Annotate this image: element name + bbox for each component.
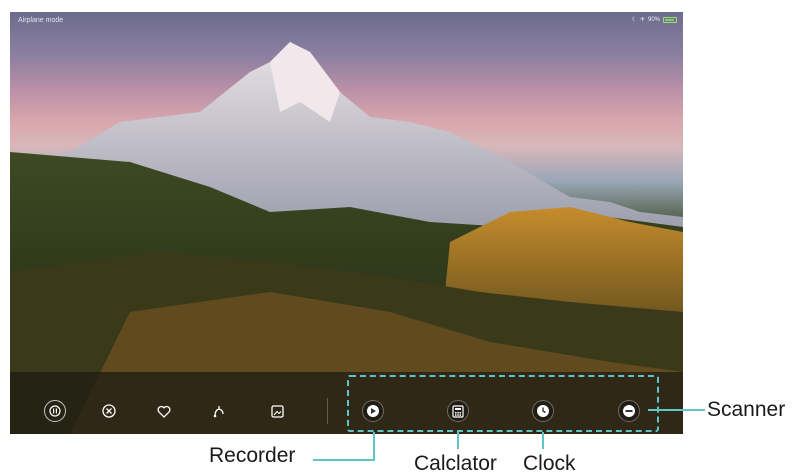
lock-screen: Airplane mode ☾ ✈ 90%	[10, 12, 683, 434]
share-button[interactable]	[208, 400, 230, 422]
recorder-label: Recorder	[209, 444, 296, 467]
mountain-wallpaper	[10, 42, 683, 434]
moon-icon: ☾	[631, 17, 637, 23]
scanner-label: Scanner	[707, 398, 786, 421]
wallpaper-button[interactable]	[266, 400, 288, 422]
pause-button[interactable]	[44, 400, 66, 422]
favorite-button[interactable]	[153, 400, 175, 422]
shortcuts-highlight-box	[347, 375, 659, 432]
recorder-callout-line-h	[313, 459, 375, 461]
dock-divider	[327, 398, 328, 424]
heart-icon	[157, 405, 171, 418]
calculator-callout-line	[457, 432, 459, 449]
status-icons: ☾ ✈ 90%	[632, 16, 677, 23]
scanner-callout-line	[648, 409, 705, 411]
pause-icon	[49, 405, 61, 417]
close-button[interactable]	[98, 400, 120, 422]
battery-percent: 90%	[647, 16, 660, 23]
calculator-label: Calclator	[414, 452, 497, 475]
airplane-icon: ✈	[639, 17, 645, 23]
clock-label: Clock	[523, 452, 576, 475]
recorder-callout-line	[373, 432, 375, 460]
clock-callout-line	[542, 432, 544, 449]
close-circle-icon	[102, 404, 116, 418]
share-icon	[213, 406, 224, 418]
airplane-mode-label: Airplane mode	[18, 17, 64, 24]
image-icon	[270, 404, 284, 418]
battery-icon	[663, 16, 677, 23]
